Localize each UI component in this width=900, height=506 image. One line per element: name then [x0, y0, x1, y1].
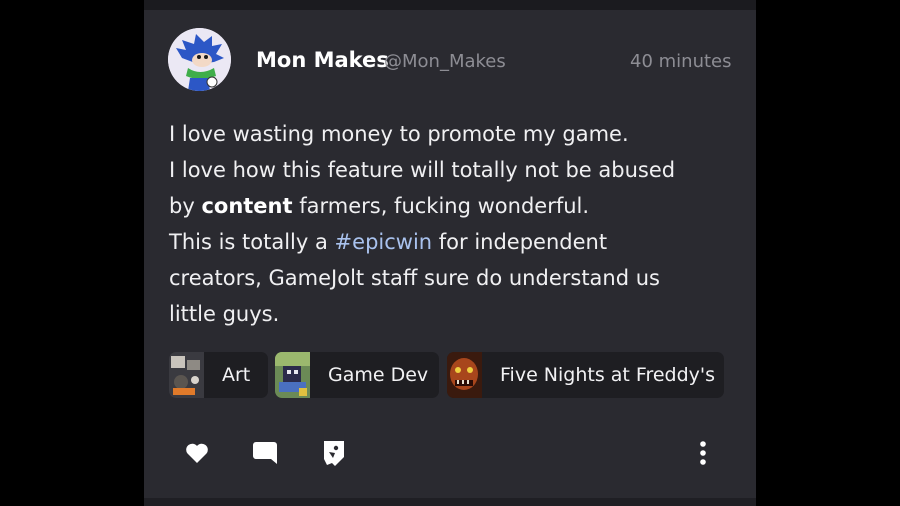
- author-name[interactable]: Mon Makes: [256, 48, 389, 72]
- post-line: I love how this feature will totally not…: [169, 158, 676, 182]
- author-handle[interactable]: @Mon_Makes: [384, 51, 506, 72]
- community-label: Five Nights at Freddy's: [500, 364, 716, 386]
- avatar[interactable]: [168, 28, 231, 91]
- comment-button[interactable]: [250, 438, 280, 468]
- post-line: This is totally a #epicwin for independe…: [169, 224, 744, 260]
- post-timestamp[interactable]: 40 minutes: [630, 51, 732, 72]
- community-chip-game-dev[interactable]: Game Dev: [275, 352, 439, 398]
- post-text: farmers, fucking wonderful.: [292, 194, 590, 218]
- comment-bubble-icon: [253, 442, 277, 464]
- post-text: This is totally a: [169, 230, 335, 254]
- like-button[interactable]: [182, 438, 212, 468]
- community-thumbnail: [169, 352, 204, 398]
- post-line: I love wasting money to promote my game.: [169, 122, 629, 146]
- card-bottom-divider: [144, 498, 756, 506]
- post-card: Mon Makes @Mon_Makes 40 minutes I love w…: [144, 0, 756, 506]
- share-icon: [324, 441, 344, 466]
- more-options-button[interactable]: [688, 438, 718, 468]
- bold-text: content: [201, 194, 293, 218]
- community-label: Art: [222, 364, 251, 386]
- post-line: little guys.: [169, 302, 280, 326]
- community-chip-fnaf[interactable]: Five Nights at Freddy's: [447, 352, 724, 398]
- card-top-divider: [144, 0, 756, 10]
- hashtag-link[interactable]: #epicwin: [335, 230, 433, 254]
- post-line: creators, GameJolt staff sure do underst…: [169, 266, 660, 290]
- community-thumbnail: [447, 352, 482, 398]
- community-label: Game Dev: [328, 364, 429, 386]
- community-chip-art[interactable]: Art: [169, 352, 268, 398]
- post-body: I love wasting money to promote my game.…: [169, 116, 744, 332]
- heart-icon: [186, 443, 208, 463]
- post-text: by: [169, 194, 202, 218]
- share-button[interactable]: [319, 438, 349, 468]
- more-vertical-icon: [700, 441, 706, 465]
- community-thumbnail: [275, 352, 310, 398]
- post-line: by content farmers, fucking wonderful.: [169, 188, 744, 224]
- post-text: for independent: [432, 230, 608, 254]
